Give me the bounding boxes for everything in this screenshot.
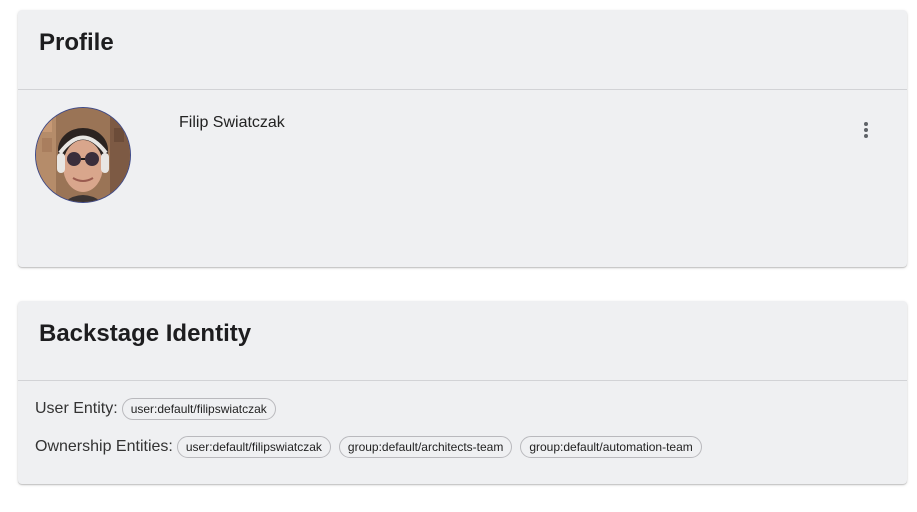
- avatar: [35, 107, 131, 203]
- profile-title: Profile: [39, 29, 114, 56]
- ownership-entities-row: Ownership Entities: user:default/filipsw…: [35, 436, 710, 458]
- more-options-button[interactable]: [851, 115, 881, 145]
- profile-card: Profile Filip Swiatczak: [18, 10, 907, 267]
- user-entity-row: User Entity: user:default/filipswiatczak: [35, 398, 284, 420]
- backstage-identity-card: Backstage Identity User Entity: user:def…: [18, 301, 907, 484]
- identity-card-header: Backstage Identity: [18, 301, 907, 381]
- more-vert-icon: [864, 122, 868, 138]
- user-entity-chip[interactable]: user:default/filipswiatczak: [121, 398, 276, 420]
- ownership-entity-chip[interactable]: group:default/architects-team: [338, 436, 513, 458]
- ownership-entity-chip[interactable]: group:default/automation-team: [520, 436, 702, 458]
- avatar-image: [36, 108, 130, 202]
- profile-card-header: Profile: [18, 10, 907, 90]
- profile-name: Filip Swiatczak: [179, 114, 285, 131]
- ownership-entity-chip[interactable]: user:default/filipswiatczak: [176, 436, 331, 458]
- identity-title: Backstage Identity: [39, 320, 252, 347]
- ownership-entities-label: Ownership Entities:: [35, 438, 173, 455]
- user-entity-label: User Entity:: [35, 400, 118, 417]
